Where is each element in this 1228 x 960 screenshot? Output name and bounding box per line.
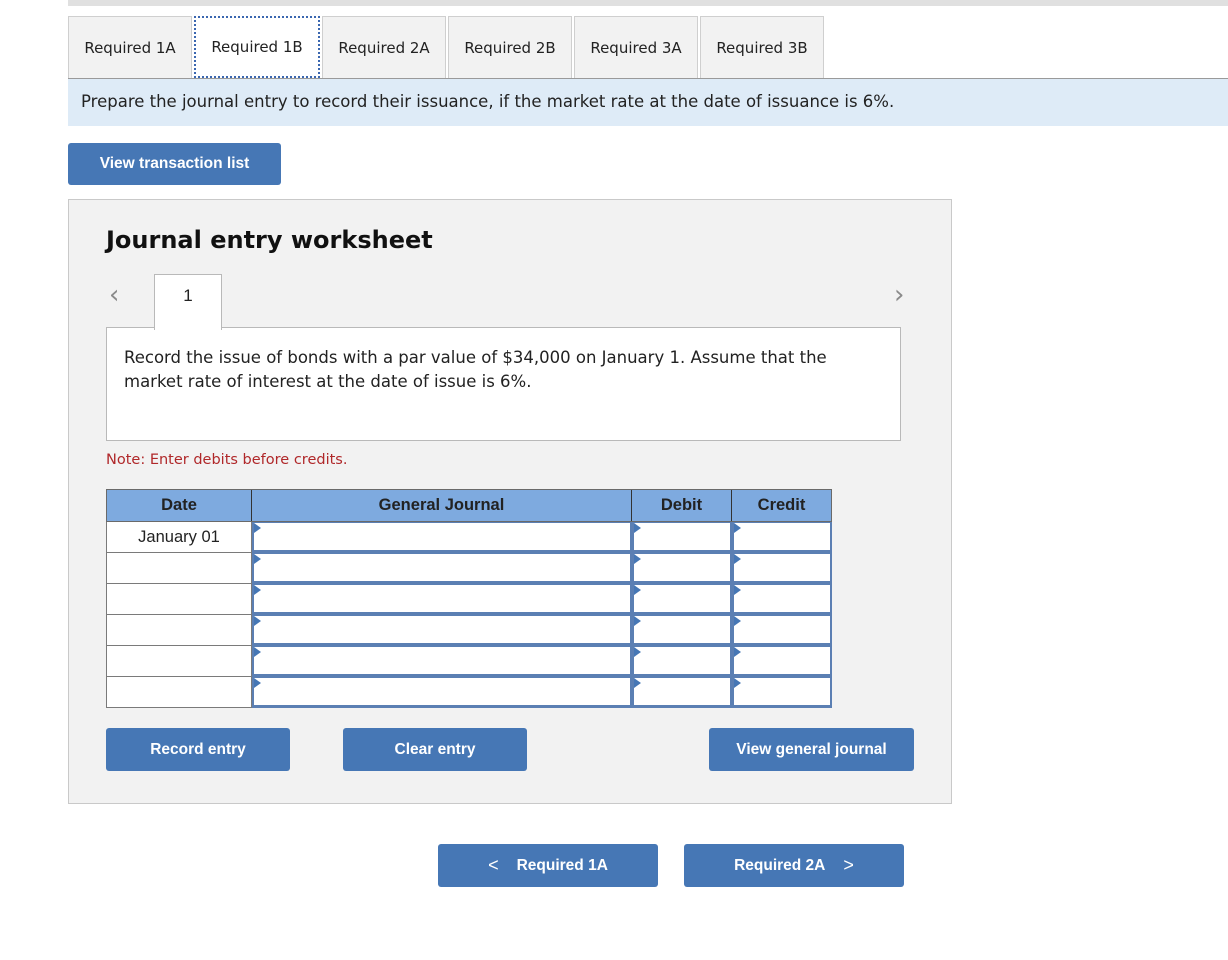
input-marker-icon <box>734 585 741 595</box>
journal-entry-worksheet: Journal entry worksheet ‹ 1 › Record the… <box>68 199 952 804</box>
chevron-left-icon: < <box>488 855 499 875</box>
next-required-button[interactable]: Required 2A > <box>684 844 904 887</box>
account-dropdown[interactable] <box>252 584 632 615</box>
chevron-left-icon[interactable]: ‹ <box>109 280 119 310</box>
note-text: Note: Enter debits before credits. <box>106 452 348 468</box>
debit-input[interactable] <box>632 615 732 646</box>
input-marker-icon <box>634 554 641 564</box>
column-header-date: Date <box>107 490 252 521</box>
account-dropdown[interactable] <box>252 553 632 584</box>
tab-required-2a[interactable]: Required 2A <box>322 16 446 78</box>
previous-required-button[interactable]: < Required 1A <box>438 844 658 887</box>
dropdown-marker-icon <box>254 523 261 533</box>
previous-required-label: Required 1A <box>516 856 608 874</box>
debit-input[interactable] <box>632 677 732 708</box>
date-cell[interactable] <box>106 553 252 584</box>
requirement-tabs: Required 1A Required 1B Required 2A Requ… <box>68 16 826 78</box>
tab-required-3b[interactable]: Required 3B <box>700 16 824 78</box>
dropdown-marker-icon <box>254 585 261 595</box>
chevron-right-icon: > <box>843 855 854 875</box>
account-dropdown[interactable] <box>252 646 632 677</box>
column-header-general-journal: General Journal <box>252 490 632 521</box>
input-marker-icon <box>634 585 641 595</box>
column-header-credit: Credit <box>757 496 806 514</box>
next-required-label: Required 2A <box>734 856 826 874</box>
entry-tab-1[interactable]: 1 <box>154 274 222 330</box>
date-cell[interactable] <box>106 584 252 615</box>
debit-input[interactable] <box>632 646 732 677</box>
view-transaction-list-button[interactable]: View transaction list <box>68 143 281 185</box>
date-cell[interactable] <box>106 677 252 708</box>
input-marker-icon <box>734 523 741 533</box>
input-marker-icon <box>634 616 641 626</box>
dropdown-marker-icon <box>254 678 261 688</box>
credit-input[interactable] <box>732 646 832 677</box>
credit-input[interactable] <box>732 522 832 553</box>
tab-required-1a[interactable]: Required 1A <box>68 16 192 78</box>
credit-input[interactable] <box>732 584 832 615</box>
debit-input[interactable] <box>632 522 732 553</box>
date-cell[interactable] <box>106 646 252 677</box>
date-cell[interactable] <box>106 615 252 646</box>
journal-row: January 01 <box>106 522 832 553</box>
column-header-debit: Debit <box>632 490 732 521</box>
instruction-banner: Prepare the journal entry to record thei… <box>68 78 1228 126</box>
input-marker-icon <box>634 647 641 657</box>
clear-entry-button[interactable]: Clear entry <box>343 728 527 771</box>
record-entry-button[interactable]: Record entry <box>106 728 290 771</box>
journal-row <box>106 677 832 708</box>
input-marker-icon <box>734 554 741 564</box>
credit-input[interactable] <box>732 553 832 584</box>
debit-input[interactable] <box>632 553 732 584</box>
tab-required-1b[interactable]: Required 1B <box>194 16 320 78</box>
journal-row <box>106 584 832 615</box>
debit-input[interactable] <box>632 584 732 615</box>
view-general-journal-button[interactable]: View general journal <box>709 728 914 771</box>
tab-required-2b[interactable]: Required 2B <box>448 16 572 78</box>
top-band <box>68 0 1228 6</box>
input-marker-icon <box>634 523 641 533</box>
credit-input[interactable] <box>732 615 832 646</box>
journal-header-row: Date General Journal Debit Credit <box>106 489 832 522</box>
input-marker-icon <box>734 616 741 626</box>
date-cell[interactable]: January 01 <box>106 522 252 553</box>
journal-row <box>106 646 832 677</box>
input-marker-icon <box>734 678 741 688</box>
tab-required-3a[interactable]: Required 3A <box>574 16 698 78</box>
dropdown-marker-icon <box>254 616 261 626</box>
worksheet-title: Journal entry worksheet <box>106 226 433 254</box>
journal-row <box>106 615 832 646</box>
account-dropdown[interactable] <box>252 677 632 708</box>
dropdown-marker-icon <box>254 647 261 657</box>
journal-table: Date General Journal Debit Credit Januar… <box>106 489 832 708</box>
input-marker-icon <box>634 678 641 688</box>
account-dropdown[interactable] <box>252 522 632 553</box>
input-marker-icon <box>734 647 741 657</box>
journal-row <box>106 553 832 584</box>
chevron-right-icon[interactable]: › <box>894 280 904 310</box>
transaction-description: Record the issue of bonds with a par val… <box>106 327 901 441</box>
credit-input[interactable] <box>732 677 832 708</box>
account-dropdown[interactable] <box>252 615 632 646</box>
dropdown-marker-icon <box>254 554 261 564</box>
